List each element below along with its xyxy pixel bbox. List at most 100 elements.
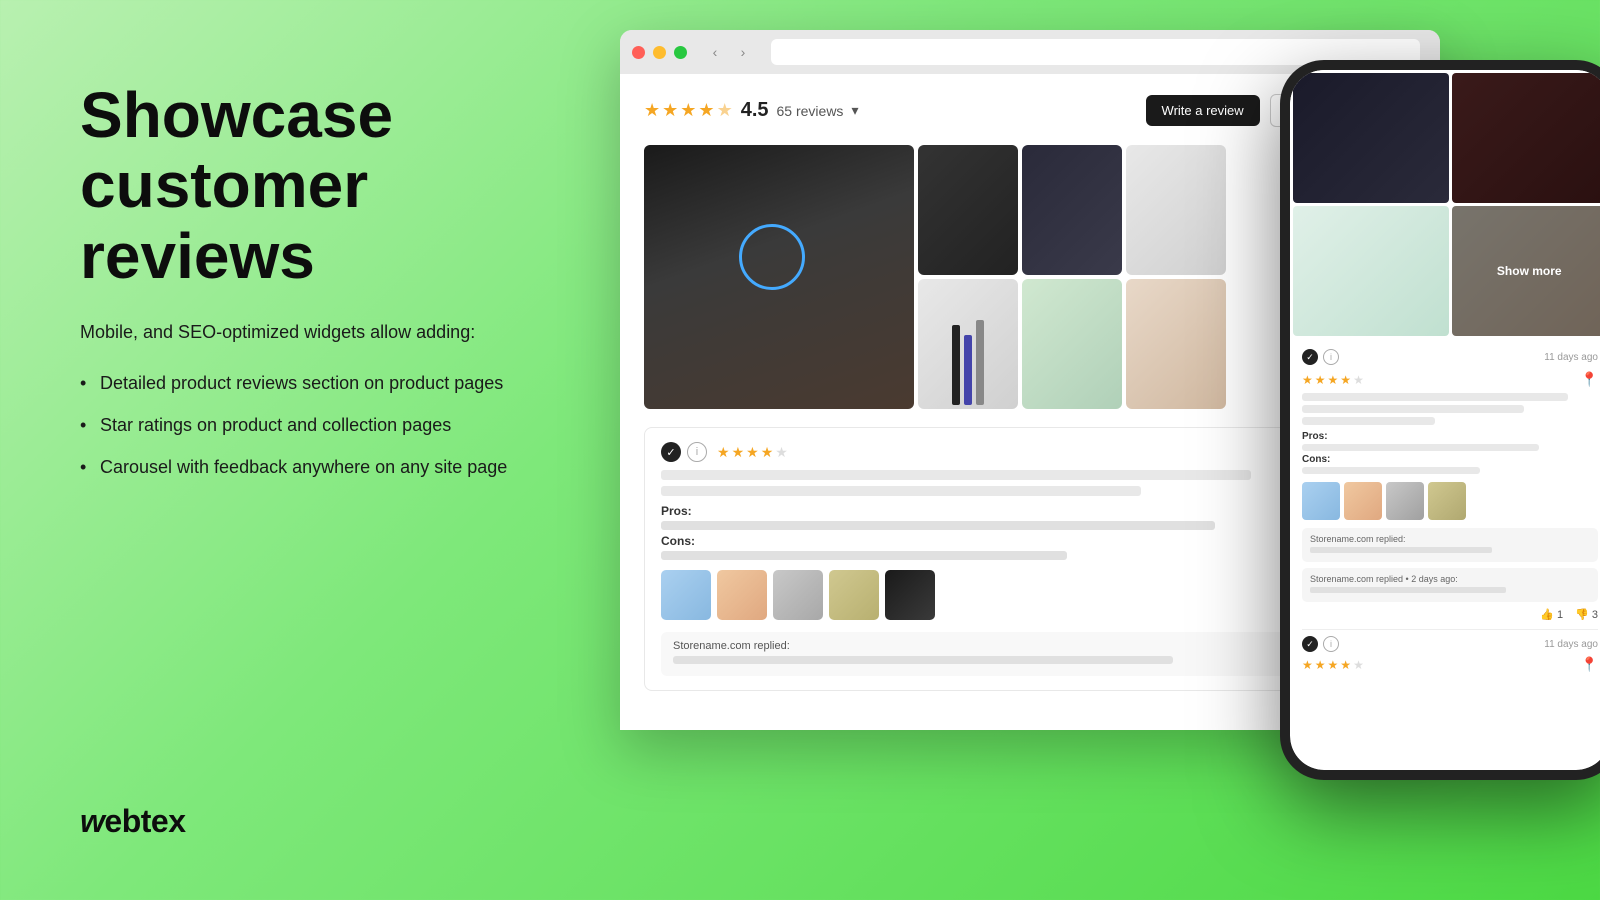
vote-up[interactable]: 👍 1 bbox=[1540, 608, 1563, 621]
ph2-star-3: ★ bbox=[1328, 658, 1339, 672]
phone-divider bbox=[1302, 629, 1598, 630]
bullet-list: Detailed product reviews section on prod… bbox=[80, 370, 540, 482]
review-thumb-4[interactable] bbox=[829, 570, 879, 620]
ph-star-3: ★ bbox=[1328, 373, 1339, 387]
review-count: 65 reviews bbox=[777, 103, 844, 119]
star-2: ★ bbox=[662, 100, 678, 121]
review-thumb-2[interactable] bbox=[717, 570, 767, 620]
ph-star-4: ★ bbox=[1340, 373, 1351, 387]
phone-timestamp-2: 11 days ago bbox=[1544, 639, 1598, 650]
review-thumb-5[interactable] bbox=[885, 570, 935, 620]
phone-thumb-2[interactable] bbox=[1344, 482, 1382, 520]
product-image-6 bbox=[1126, 279, 1226, 409]
nav-buttons: ‹ › bbox=[703, 40, 755, 64]
phone-photo-grid: Show more bbox=[1290, 70, 1600, 339]
description: Mobile, and SEO-optimized widgets allow … bbox=[80, 319, 540, 346]
phone-reply-label-2: Storename.com replied • 2 days ago: bbox=[1310, 574, 1590, 584]
left-panel: Showcase customer reviews Mobile, and SE… bbox=[0, 0, 620, 900]
phone-mockup: Show more ✓ i 11 days ago ★ ★ bbox=[1280, 60, 1600, 780]
product-image-3 bbox=[1126, 145, 1226, 275]
star-4: ★ bbox=[698, 100, 714, 121]
reply-line-1 bbox=[673, 656, 1173, 664]
phone-thumb-3[interactable] bbox=[1386, 482, 1424, 520]
phone-stars-2: ★ ★ ★ ★ ★ bbox=[1302, 658, 1364, 672]
phone-photo-3[interactable] bbox=[1293, 206, 1449, 336]
rating-stars: ★ ★ ★ ★ ★ bbox=[644, 100, 733, 121]
phone-review-header-2: ✓ i 11 days ago bbox=[1302, 636, 1598, 652]
phone-text-2 bbox=[1302, 405, 1524, 413]
phone-rating-row-2: ★ ★ ★ ★ ★ 📍 bbox=[1302, 656, 1598, 673]
rev-star-5: ★ bbox=[775, 444, 788, 461]
star-5: ★ bbox=[717, 100, 733, 121]
bullet-item-3: Carousel with feedback anywhere on any s… bbox=[80, 454, 540, 482]
traffic-light-yellow[interactable] bbox=[653, 46, 666, 59]
phone-reply-line-1 bbox=[1310, 547, 1492, 553]
ph-star-1: ★ bbox=[1302, 373, 1313, 387]
photo-sm-5[interactable] bbox=[1022, 279, 1122, 409]
headline: Showcase customer reviews bbox=[80, 80, 540, 291]
photo-sm-3[interactable] bbox=[1126, 145, 1226, 275]
rating-value: 4.5 bbox=[741, 99, 769, 122]
bullet-item-2: Star ratings on product and collection p… bbox=[80, 412, 540, 440]
phone-store-reply-2: Storename.com replied • 2 days ago: bbox=[1302, 568, 1598, 602]
write-review-button[interactable]: Write a review bbox=[1146, 95, 1260, 126]
phone-rating-row: ★ ★ ★ ★ ★ 📍 bbox=[1302, 371, 1598, 388]
vote-up-count: 1 bbox=[1557, 609, 1563, 621]
phone-check-info: ✓ i bbox=[1302, 349, 1339, 365]
phone-info-icon: i bbox=[1323, 349, 1339, 365]
ph2-star-2: ★ bbox=[1315, 658, 1326, 672]
photo-sm-4[interactable] bbox=[918, 279, 1018, 409]
product-image-main bbox=[644, 145, 914, 409]
show-more-overlay[interactable]: Show more bbox=[1452, 206, 1600, 336]
rev-star-4: ★ bbox=[761, 444, 774, 461]
rev-star-3: ★ bbox=[746, 444, 759, 461]
phone-check-info-2: ✓ i bbox=[1302, 636, 1339, 652]
product-image-2 bbox=[1022, 145, 1122, 275]
phone-thumb-4[interactable] bbox=[1428, 482, 1466, 520]
phone-review-header-1: ✓ i 11 days ago bbox=[1302, 349, 1598, 365]
rev-star-1: ★ bbox=[717, 444, 730, 461]
headline-line2: customer reviews bbox=[80, 149, 368, 291]
vote-down[interactable]: 👎 3 bbox=[1575, 608, 1598, 621]
phone-location-icon-2: 📍 bbox=[1581, 656, 1598, 673]
vote-down-count: 3 bbox=[1592, 609, 1598, 621]
ph2-star-1: ★ bbox=[1302, 658, 1313, 672]
phone-verified-icon-2: ✓ bbox=[1302, 636, 1318, 652]
phone-text-1 bbox=[1302, 393, 1568, 401]
review-thumb-1[interactable] bbox=[661, 570, 711, 620]
traffic-light-red[interactable] bbox=[632, 46, 645, 59]
phone-cons-line bbox=[1302, 467, 1480, 474]
text-line-2 bbox=[661, 486, 1141, 496]
photo-sm-1[interactable] bbox=[918, 145, 1018, 275]
back-button[interactable]: ‹ bbox=[703, 40, 727, 64]
phone-thumbs bbox=[1302, 482, 1598, 520]
phone-photo-2[interactable] bbox=[1452, 73, 1600, 203]
phone-store-reply-1: Storename.com replied: bbox=[1302, 528, 1598, 562]
bullet-item-1: Detailed product reviews section on prod… bbox=[80, 370, 540, 398]
phone-info-icon-2: i bbox=[1323, 636, 1339, 652]
review-thumb-3[interactable] bbox=[773, 570, 823, 620]
forward-button[interactable]: › bbox=[731, 40, 755, 64]
main-photo[interactable] bbox=[644, 145, 914, 409]
thumbs-up-icon: 👍 bbox=[1540, 608, 1554, 621]
product-image-toothbrushes bbox=[918, 279, 1018, 409]
review-stars: ★ ★ ★ ★ ★ bbox=[717, 444, 788, 461]
photo-sm-2[interactable] bbox=[1022, 145, 1122, 275]
phone-pros-cons: Pros: Cons: bbox=[1302, 431, 1598, 474]
dropdown-icon[interactable]: ▾ bbox=[851, 102, 858, 119]
right-panel: ‹ › ★ ★ ★ ★ ★ 4.5 65 reviews bbox=[620, 0, 1600, 900]
star-1: ★ bbox=[644, 100, 660, 121]
photo-sm-6[interactable] bbox=[1126, 279, 1226, 409]
phone-cons-label: Cons: bbox=[1302, 454, 1598, 465]
cons-line bbox=[661, 551, 1067, 560]
pros-line bbox=[661, 521, 1215, 530]
phone-reply-label-1: Storename.com replied: bbox=[1310, 534, 1590, 544]
phone-photo-1[interactable] bbox=[1293, 73, 1449, 203]
phone-review: ✓ i 11 days ago ★ ★ ★ ★ ★ 📍 bbox=[1290, 339, 1600, 770]
phone-text-3 bbox=[1302, 417, 1435, 425]
phone-location-icon: 📍 bbox=[1581, 371, 1598, 388]
traffic-light-green[interactable] bbox=[674, 46, 687, 59]
phone-screen: Show more ✓ i 11 days ago ★ ★ bbox=[1290, 70, 1600, 770]
phone-photo-4[interactable]: Show more bbox=[1452, 206, 1600, 336]
phone-thumb-1[interactable] bbox=[1302, 482, 1340, 520]
